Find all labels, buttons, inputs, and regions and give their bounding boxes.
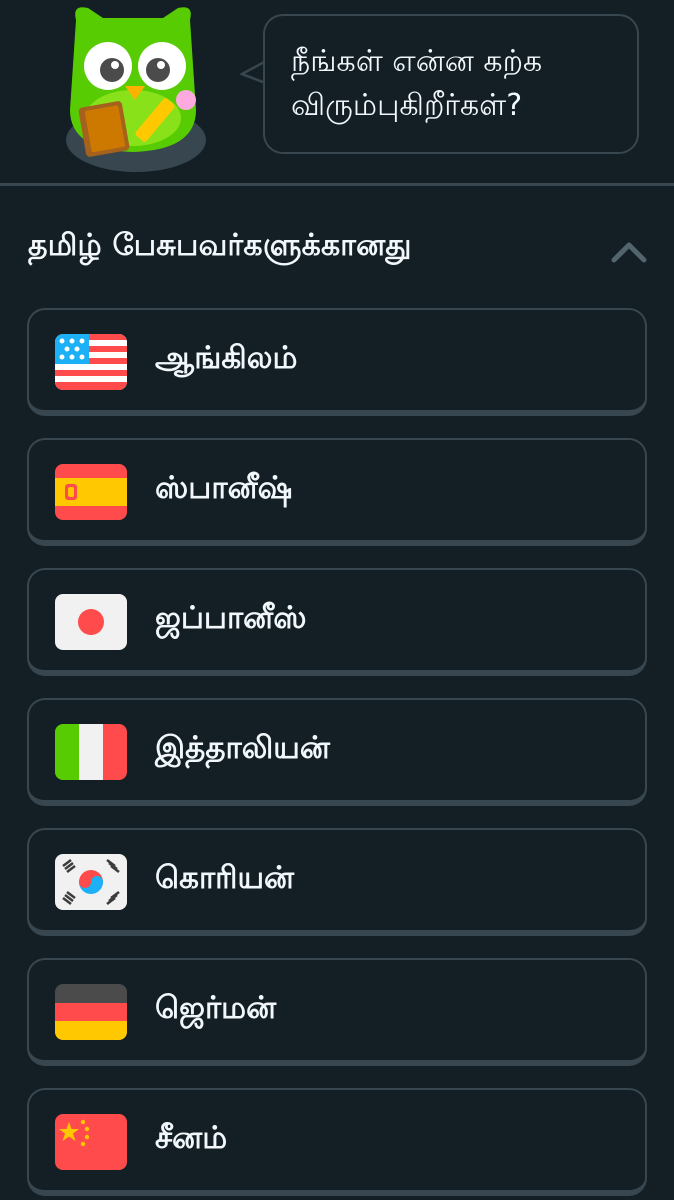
course-card-japanese[interactable]: ஜப்பானீஸ் (27, 568, 647, 676)
duo-owl-mascot-icon (58, 0, 208, 172)
header-divider (0, 183, 674, 186)
course-label: கொரியன் (155, 860, 295, 896)
course-label: இத்தாலியன் (155, 730, 330, 766)
course-card-korean[interactable]: கொரியன் (27, 828, 647, 936)
us-flag-icon (55, 334, 127, 390)
course-label: சீனம் (155, 1120, 228, 1156)
course-card-spanish[interactable]: ஸ்பானீஷ் (27, 438, 647, 546)
course-label: ஸ்பானீஷ் (155, 470, 293, 506)
korea-flag-icon (55, 854, 127, 910)
course-card-english[interactable]: ஆங்கிலம் (27, 308, 647, 416)
course-label: ஜப்பானீஸ் (155, 600, 307, 636)
germany-flag-icon (55, 984, 127, 1040)
speech-bubble: நீங்கள் என்ன கற்க விரும்புகிறீர்கள்? (263, 14, 639, 154)
course-label: ஜெர்மன் (155, 990, 277, 1026)
course-card-german[interactable]: ஜெர்மன் (27, 958, 647, 1066)
china-flag-icon (55, 1114, 127, 1170)
course-card-italian[interactable]: இத்தாலியன் (27, 698, 647, 806)
section-title: தமிழ் பேசுபவர்களுக்கானது (28, 228, 412, 263)
header: நீங்கள் என்ன கற்க விரும்புகிறீர்கள்? (0, 0, 674, 184)
italy-flag-icon (55, 724, 127, 780)
chevron-up-icon[interactable] (610, 238, 648, 264)
course-label: ஆங்கிலம் (155, 340, 298, 376)
spain-flag-icon (55, 464, 127, 520)
japan-flag-icon (55, 594, 127, 650)
question-text: நீங்கள் என்ன கற்க விரும்புகிறீர்கள்? (291, 44, 543, 123)
course-card-chinese[interactable]: சீனம் (27, 1088, 647, 1196)
